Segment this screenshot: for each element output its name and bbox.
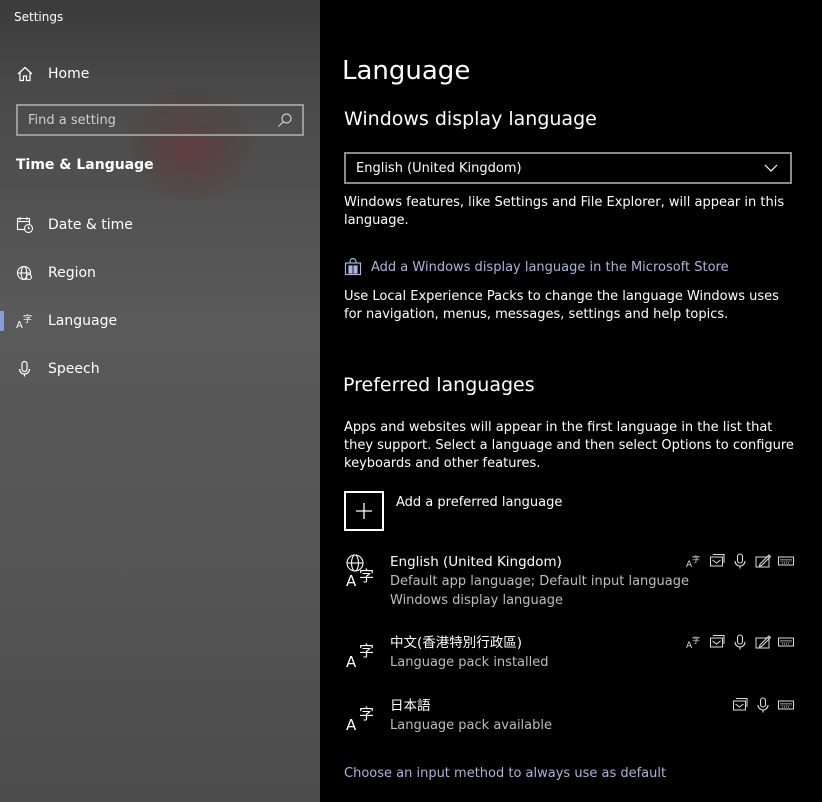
- search-box[interactable]: [16, 104, 304, 136]
- svg-text:A: A: [16, 320, 23, 330]
- add-preferred-language-label: Add a preferred language: [396, 495, 563, 510]
- language-name: 中文(香港特別行政區): [390, 635, 523, 651]
- microphone-icon: [732, 634, 748, 650]
- text-to-speech-icon: [709, 553, 725, 569]
- chevron-down-icon: [762, 159, 780, 177]
- text-to-speech-icon: [709, 634, 725, 650]
- add-preferred-language-button[interactable]: Add a preferred language: [344, 491, 562, 531]
- home-icon: [16, 65, 34, 83]
- store-link[interactable]: Add a Windows display language in the Mi…: [344, 258, 729, 276]
- display-language-heading: Windows display language: [344, 108, 597, 130]
- svg-text:字: 字: [692, 635, 700, 645]
- svg-text:字: 字: [359, 705, 374, 723]
- sidebar-item-region[interactable]: Region: [0, 255, 320, 291]
- language-feature-icons: [732, 697, 794, 713]
- handwriting-icon: [755, 634, 771, 650]
- language-item-japanese[interactable]: A 字 日本語 Language pack available: [344, 697, 794, 737]
- sidebar: Settings Home Time & Language Date & tim…: [0, 0, 320, 802]
- search-icon[interactable]: [276, 111, 294, 129]
- sidebar-item-language[interactable]: A 字 Language: [0, 303, 320, 339]
- calendar-clock-icon: [16, 216, 34, 234]
- svg-text:字: 字: [23, 313, 32, 325]
- display-language-dropdown[interactable]: English (United Kingdom): [344, 152, 792, 184]
- sidebar-item-label: Region: [48, 265, 96, 281]
- language-status: Language pack installed: [390, 655, 549, 670]
- microphone-icon: [16, 360, 34, 378]
- svg-text:字: 字: [359, 642, 374, 660]
- sidebar-item-label: Language: [48, 313, 118, 329]
- display-language-description: Windows features, like Settings and File…: [344, 195, 785, 228]
- sidebar-item-label: Speech: [48, 361, 100, 377]
- keyboard-icon: [778, 553, 794, 569]
- store-description: Use Local Experience Packs to change the…: [344, 289, 779, 322]
- language-icon: A 字: [344, 634, 380, 671]
- language-status: Language pack available: [390, 718, 552, 733]
- section-title: Time & Language: [16, 157, 154, 173]
- language-pack-icon: A字: [686, 553, 702, 569]
- main-content: Language Windows display language Englis…: [320, 0, 822, 802]
- sidebar-item-date-time[interactable]: Date & time: [0, 207, 320, 243]
- sidebar-item-label: Date & time: [48, 217, 133, 233]
- svg-text:A: A: [346, 572, 357, 589]
- svg-text:A: A: [346, 716, 357, 733]
- handwriting-icon: [755, 553, 771, 569]
- language-item-chinese-hk[interactable]: A 字 中文(香港特別行政區) Language pack installed …: [344, 634, 794, 674]
- svg-text:A: A: [346, 653, 357, 670]
- language-pack-icon: A字: [686, 634, 702, 650]
- selection-indicator: [0, 311, 4, 331]
- search-input[interactable]: [28, 112, 276, 128]
- language-icon: A 字: [16, 312, 34, 330]
- microphone-icon: [755, 697, 771, 713]
- language-name: English (United Kingdom): [390, 554, 562, 570]
- language-text: English (United Kingdom) Default app lan…: [390, 553, 689, 610]
- language-name: 日本語: [390, 698, 431, 714]
- language-status: Default app language; Default input lang…: [390, 574, 689, 589]
- language-display-icon: A 字: [344, 553, 380, 590]
- plus-icon[interactable]: [344, 491, 384, 531]
- preferred-languages-description: Apps and websites will appear in the fir…: [344, 420, 794, 471]
- language-feature-icons: A字: [686, 553, 794, 569]
- page-title: Language: [342, 56, 471, 86]
- app-title: Settings: [14, 10, 64, 24]
- microphone-icon: [732, 553, 748, 569]
- input-method-link[interactable]: Choose an input method to always use as …: [344, 766, 666, 781]
- home-label: Home: [48, 66, 90, 82]
- language-text: 日本語 Language pack available: [390, 697, 552, 735]
- svg-text:字: 字: [692, 554, 700, 564]
- store-icon: [344, 258, 362, 276]
- text-to-speech-icon: [732, 697, 748, 713]
- language-status-2: Windows display language: [390, 593, 563, 608]
- language-text: 中文(香港特別行政區) Language pack installed: [390, 634, 548, 672]
- preferred-languages-heading: Preferred languages: [343, 374, 535, 396]
- svg-text:字: 字: [359, 567, 374, 585]
- keyboard-icon: [778, 634, 794, 650]
- keyboard-icon: [778, 697, 794, 713]
- sidebar-item-speech[interactable]: Speech: [0, 351, 320, 387]
- language-feature-icons: A字: [686, 634, 794, 650]
- language-icon: A 字: [344, 697, 380, 734]
- dropdown-value: English (United Kingdom): [356, 160, 522, 176]
- language-item-english[interactable]: A 字 English (United Kingdom) Default app…: [344, 553, 794, 611]
- home-button[interactable]: Home: [16, 62, 89, 86]
- globe-icon: [16, 264, 34, 282]
- store-link-label[interactable]: Add a Windows display language in the Mi…: [371, 260, 729, 275]
